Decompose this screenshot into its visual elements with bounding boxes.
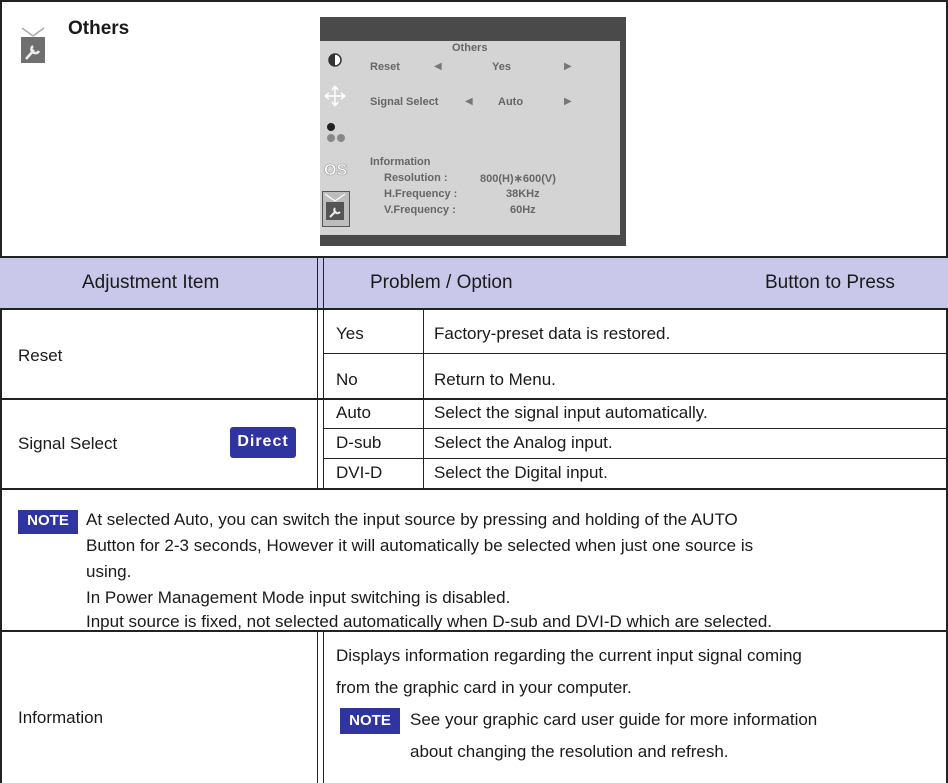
osd-title: Others (452, 42, 488, 54)
osd-menu-preview: OSD Others Reset ◀ Yes ▶ Signal Select ◀… (320, 17, 626, 246)
row-divider (324, 353, 948, 354)
osd-right-arrow-icon: ▶ (564, 61, 572, 72)
row-border (0, 488, 948, 490)
osd-right-arrow-icon: ▶ (564, 96, 572, 107)
row-divider (324, 458, 948, 459)
option-dvid-desc: Select the Digital input. (434, 463, 608, 482)
option-auto-desc: Select the signal input automatically. (434, 403, 708, 422)
column-divider (323, 400, 324, 488)
osd-reset-value: Yes (492, 61, 511, 73)
information-note-line: See your graphic card user guide for mor… (410, 710, 818, 729)
note-line: Button for 2-3 seconds, However it will … (86, 536, 754, 555)
option-no-desc: Return to Menu. (434, 370, 556, 389)
contrast-icon (322, 45, 348, 75)
option-yes: Yes (336, 324, 364, 343)
position-icon (322, 81, 348, 111)
osd-information-label: Information (370, 156, 431, 168)
frame-left-border (0, 0, 2, 783)
osd-left-arrow-icon: ◀ (465, 96, 473, 107)
option-yes-desc: Factory-preset data is restored. (434, 324, 671, 343)
information-desc-line: from the graphic card in your computer. (336, 678, 632, 697)
option-dsub-desc: Select the Analog input. (434, 433, 613, 452)
frame-top-border (0, 0, 948, 2)
osd-vfreq-label: V.Frequency : (384, 204, 456, 216)
others-section-icon (20, 26, 46, 66)
header-problem-option: Problem / Option (370, 272, 513, 293)
osd-reset-label: Reset (370, 61, 400, 73)
column-divider (317, 400, 318, 488)
osd-signal-label: Signal Select (370, 96, 439, 108)
information-label: Information (18, 708, 104, 727)
others-icon (322, 191, 350, 227)
note-line: using. (86, 562, 132, 581)
header-adjustment-item: Adjustment Item (82, 272, 220, 293)
direct-badge: Direct (230, 427, 296, 458)
option-dvid: DVI-D (336, 463, 383, 482)
information-desc-line: Displays information regarding the curre… (336, 646, 802, 665)
signal-select-label: Signal Select (18, 434, 118, 453)
section-title: Others (68, 18, 130, 39)
osd-hfreq-label: H.Frequency : (384, 188, 458, 200)
osd-left-arrow-icon: ◀ (434, 61, 442, 72)
header-button-to-press: Button to Press (765, 272, 895, 293)
note-line: At selected Auto, you can switch the inp… (86, 510, 738, 529)
osd-main-panel: Others Reset ◀ Yes ▶ Signal Select ◀ Aut… (350, 41, 620, 235)
color-icon (322, 117, 348, 147)
column-divider (317, 632, 318, 783)
column-divider (317, 258, 318, 399)
note-line: In Power Management Mode input switching… (86, 588, 511, 607)
row-border (0, 398, 948, 400)
row-divider (324, 428, 948, 429)
row-border (0, 630, 948, 632)
language-icon: OSD (322, 153, 359, 183)
osd-hfreq-value: 38KHz (506, 188, 540, 200)
column-divider (323, 632, 324, 783)
information-note-line: about changing the resolution and refres… (410, 742, 729, 761)
option-dsub: D-sub (336, 433, 382, 452)
option-divider (423, 400, 424, 488)
reset-label: Reset (18, 346, 63, 365)
option-no: No (336, 370, 358, 389)
information-note-badge: NOTE (340, 708, 400, 734)
osd-resolution-label: Resolution : (384, 172, 448, 184)
osd-resolution-value: 800(H)∗600(V) (480, 173, 556, 185)
column-divider (323, 258, 324, 399)
header-bottom-border (0, 308, 948, 310)
option-auto: Auto (336, 403, 371, 422)
osd-sidebar: OSD (320, 41, 359, 235)
osd-vfreq-value: 60Hz (510, 204, 536, 216)
osd-signal-value: Auto (498, 96, 524, 108)
note-badge: NOTE (18, 510, 78, 534)
svg-text:OSD: OSD (324, 162, 348, 179)
